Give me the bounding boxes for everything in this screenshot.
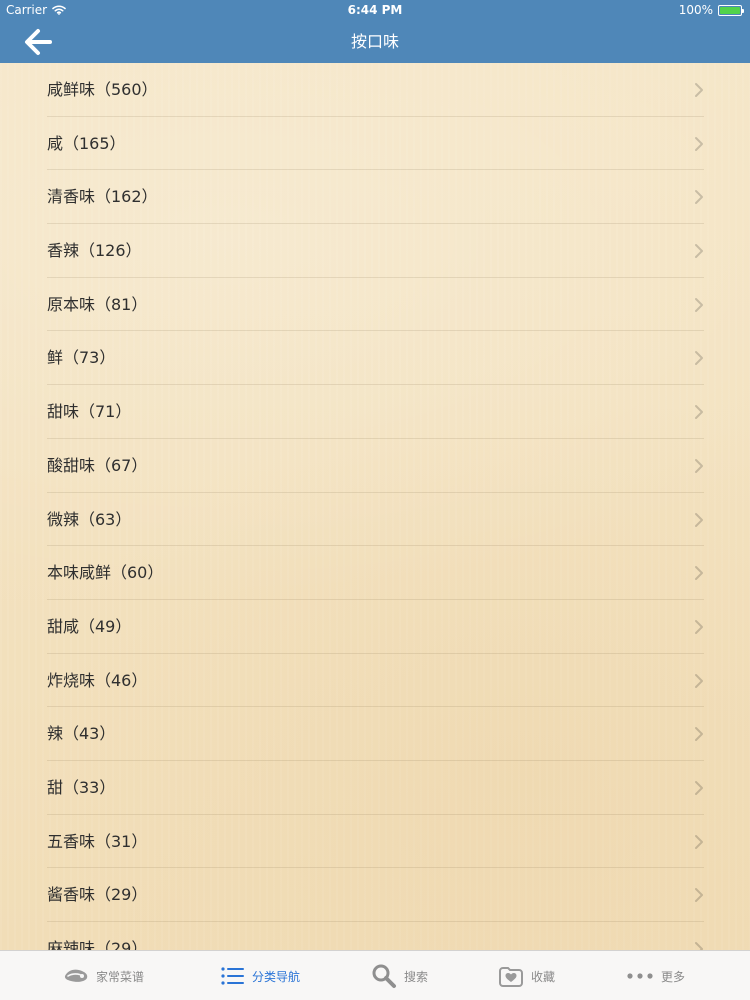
list-item-label: 酸甜味（67） (47, 455, 148, 475)
list-item[interactable]: 酸甜味（67） (0, 439, 750, 493)
list-item[interactable]: 甜（33） (0, 761, 750, 815)
list-item-label: 微辣（63） (47, 509, 132, 529)
list-item[interactable]: 辣（43） (0, 707, 750, 761)
list-item[interactable]: 原本味（81） (0, 278, 750, 332)
list-item[interactable]: 清香味（162） (0, 170, 750, 225)
list-item[interactable]: 微辣（63） (0, 493, 750, 547)
battery-percent: 100% (678, 3, 713, 17)
list-item-label: 香辣（126） (47, 241, 142, 261)
tab-home-recipes[interactable]: 家常菜谱 (62, 951, 144, 1000)
chevron-right-icon (695, 888, 703, 903)
chevron-right-icon (695, 619, 703, 634)
nav-bar: 按口味 (0, 20, 750, 63)
chevron-right-icon (695, 942, 703, 950)
list-item-label: 清香味（162） (47, 187, 158, 207)
list-item-label: 甜味（71） (47, 402, 132, 422)
chevron-right-icon (695, 673, 703, 688)
chevron-right-icon (695, 834, 703, 849)
chevron-right-icon (695, 351, 703, 366)
list-icon (221, 967, 244, 985)
chevron-right-icon (695, 780, 703, 795)
tab-label: 更多 (661, 969, 686, 984)
chevron-right-icon (695, 136, 703, 151)
favorites-folder-icon (499, 967, 523, 987)
list-item[interactable]: 甜咸（49） (0, 600, 750, 654)
chevron-right-icon (695, 405, 703, 420)
tab-label: 分类导航 (252, 969, 301, 984)
list-item[interactable]: 咸（165） (0, 117, 750, 171)
tab-more[interactable]: 更多 (625, 951, 685, 1000)
list-item-label: 麻辣味（29） (47, 939, 148, 950)
list-item-label: 辣（43） (47, 724, 116, 744)
tab-label: 收藏 (531, 969, 556, 984)
battery-icon (718, 4, 744, 16)
list-item-label: 咸鲜味（560） (47, 80, 158, 99)
list-item[interactable]: 本味咸鲜（60） (0, 546, 750, 600)
chevron-right-icon (695, 458, 703, 473)
list-item-label: 鲜（73） (47, 348, 116, 368)
chevron-right-icon (695, 83, 703, 97)
list-item[interactable]: 麻辣味（29） (0, 922, 750, 950)
battery-fill (720, 6, 740, 14)
more-icon (627, 973, 653, 979)
search-icon (372, 964, 396, 988)
top-header: Carrier 6:44 PM 100% 按口味 (0, 0, 750, 63)
page-title: 按口味 (350, 32, 399, 51)
tab-favorites[interactable]: 收藏 (497, 951, 555, 1000)
chevron-right-icon (695, 566, 703, 581)
chevron-right-icon (695, 190, 703, 205)
list-item-label: 酱香味（29） (47, 885, 148, 905)
list-item[interactable]: 五香味（31） (0, 815, 750, 869)
list-item[interactable]: 咸鲜味（560） (0, 63, 750, 117)
list-item[interactable]: 酱香味（29） (0, 868, 750, 922)
tab-label: 搜索 (404, 969, 429, 984)
list-item-label: 五香味（31） (47, 831, 148, 851)
chevron-right-icon (695, 244, 703, 259)
list-item-label: 本味咸鲜（60） (47, 563, 164, 583)
list-item[interactable]: 香辣（126） (0, 224, 750, 278)
tab-bar: 家常菜谱 分类导航 搜索 收藏 更多 (0, 950, 750, 1000)
status-right: 100% (678, 0, 744, 20)
status-bar: Carrier 6:44 PM 100% (0, 0, 750, 20)
list-item-label: 炸烧味（46） (47, 670, 148, 690)
list-item-label: 甜咸（49） (47, 616, 132, 636)
list-item-label: 甜（33） (47, 777, 116, 797)
list-item[interactable]: 甜味（71） (0, 385, 750, 439)
tab-search[interactable]: 搜索 (370, 951, 428, 1000)
chevron-right-icon (695, 297, 703, 312)
list-item-label: 原本味（81） (47, 294, 148, 314)
tab-label: 家常菜谱 (96, 969, 145, 984)
chevron-right-icon (695, 727, 703, 742)
home-recipes-icon (64, 969, 88, 982)
list-item-label: 咸（165） (47, 133, 126, 153)
chevron-right-icon (695, 512, 703, 527)
list-item[interactable]: 炸烧味（46） (0, 654, 750, 708)
taste-list[interactable]: 咸鲜味（560） 咸（165） 清香味（162） 香辣（126） 原本味（81）… (0, 63, 750, 950)
tab-category-navigation[interactable]: 分类导航 (220, 951, 300, 1000)
status-time: 6:44 PM (347, 3, 403, 17)
battery-tip (742, 8, 744, 13)
app-screen: Carrier 6:44 PM 100% 按口味 咸鲜味（560） 咸（165）… (0, 0, 750, 1000)
list-item[interactable]: 鲜（73） (0, 331, 750, 386)
